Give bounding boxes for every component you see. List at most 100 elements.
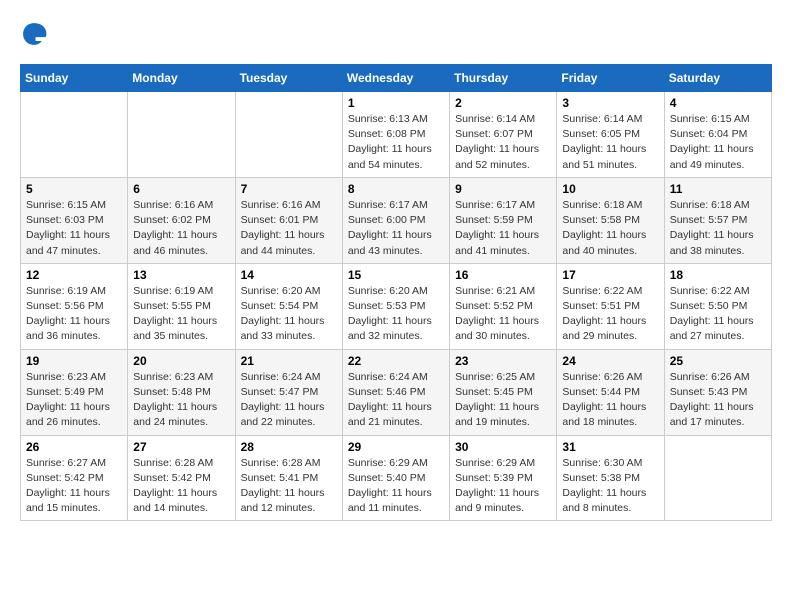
- day-number: 9: [455, 182, 551, 196]
- day-info: Sunrise: 6:16 AM Sunset: 6:02 PM Dayligh…: [133, 198, 229, 259]
- calendar-cell: 19 Sunrise: 6:23 AM Sunset: 5:49 PM Dayli…: [21, 349, 128, 435]
- calendar-cell: [128, 92, 235, 178]
- day-number: 10: [562, 182, 658, 196]
- day-info: Sunrise: 6:18 AM Sunset: 5:57 PM Dayligh…: [670, 198, 766, 259]
- calendar-cell: 15 Sunrise: 6:20 AM Sunset: 5:53 PM Dayli…: [342, 263, 449, 349]
- day-info: Sunrise: 6:16 AM Sunset: 6:01 PM Dayligh…: [241, 198, 337, 259]
- day-info: Sunrise: 6:18 AM Sunset: 5:58 PM Dayligh…: [562, 198, 658, 259]
- day-number: 7: [241, 182, 337, 196]
- day-number: 25: [670, 354, 766, 368]
- calendar-table: SundayMondayTuesdayWednesdayThursdayFrid…: [20, 64, 772, 521]
- day-number: 3: [562, 96, 658, 110]
- day-info: Sunrise: 6:15 AM Sunset: 6:03 PM Dayligh…: [26, 198, 122, 259]
- day-number: 19: [26, 354, 122, 368]
- day-info: Sunrise: 6:15 AM Sunset: 6:04 PM Dayligh…: [670, 112, 766, 173]
- day-info: Sunrise: 6:20 AM Sunset: 5:54 PM Dayligh…: [241, 284, 337, 345]
- day-number: 2: [455, 96, 551, 110]
- calendar-cell: 17 Sunrise: 6:22 AM Sunset: 5:51 PM Dayli…: [557, 263, 664, 349]
- calendar-cell: 1 Sunrise: 6:13 AM Sunset: 6:08 PM Daylig…: [342, 92, 449, 178]
- day-info: Sunrise: 6:28 AM Sunset: 5:41 PM Dayligh…: [241, 456, 337, 517]
- day-number: 20: [133, 354, 229, 368]
- calendar-cell: 4 Sunrise: 6:15 AM Sunset: 6:04 PM Daylig…: [664, 92, 771, 178]
- logo: [20, 20, 52, 48]
- day-number: 13: [133, 268, 229, 282]
- calendar-cell: [21, 92, 128, 178]
- calendar-cell: 13 Sunrise: 6:19 AM Sunset: 5:55 PM Dayli…: [128, 263, 235, 349]
- day-info: Sunrise: 6:24 AM Sunset: 5:47 PM Dayligh…: [241, 370, 337, 431]
- calendar-cell: 6 Sunrise: 6:16 AM Sunset: 6:02 PM Daylig…: [128, 177, 235, 263]
- day-number: 14: [241, 268, 337, 282]
- weekday-header: Sunday: [21, 65, 128, 92]
- weekday-header: Wednesday: [342, 65, 449, 92]
- calendar-cell: 14 Sunrise: 6:20 AM Sunset: 5:54 PM Dayli…: [235, 263, 342, 349]
- day-info: Sunrise: 6:27 AM Sunset: 5:42 PM Dayligh…: [26, 456, 122, 517]
- calendar-cell: 18 Sunrise: 6:22 AM Sunset: 5:50 PM Dayli…: [664, 263, 771, 349]
- day-info: Sunrise: 6:22 AM Sunset: 5:51 PM Dayligh…: [562, 284, 658, 345]
- calendar-cell: 30 Sunrise: 6:29 AM Sunset: 5:39 PM Dayli…: [450, 435, 557, 521]
- calendar-week-row: 12 Sunrise: 6:19 AM Sunset: 5:56 PM Dayli…: [21, 263, 772, 349]
- day-info: Sunrise: 6:13 AM Sunset: 6:08 PM Dayligh…: [348, 112, 444, 173]
- day-number: 26: [26, 440, 122, 454]
- calendar-cell: 7 Sunrise: 6:16 AM Sunset: 6:01 PM Daylig…: [235, 177, 342, 263]
- calendar-cell: 24 Sunrise: 6:26 AM Sunset: 5:44 PM Dayli…: [557, 349, 664, 435]
- day-info: Sunrise: 6:29 AM Sunset: 5:40 PM Dayligh…: [348, 456, 444, 517]
- weekday-header: Saturday: [664, 65, 771, 92]
- calendar-cell: 21 Sunrise: 6:24 AM Sunset: 5:47 PM Dayli…: [235, 349, 342, 435]
- day-number: 6: [133, 182, 229, 196]
- weekday-header: Monday: [128, 65, 235, 92]
- day-number: 21: [241, 354, 337, 368]
- calendar-cell: 22Sunrise: 6:24 AM Sunset: 5:46 PM Dayli…: [342, 349, 449, 435]
- day-info: Sunrise: 6:23 AM Sunset: 5:49 PM Dayligh…: [26, 370, 122, 431]
- calendar-cell: 27Sunrise: 6:28 AM Sunset: 5:42 PM Dayli…: [128, 435, 235, 521]
- weekday-header: Friday: [557, 65, 664, 92]
- day-info: Sunrise: 6:23 AM Sunset: 5:48 PM Dayligh…: [133, 370, 229, 431]
- weekday-header-row: SundayMondayTuesdayWednesdayThursdayFrid…: [21, 65, 772, 92]
- day-info: Sunrise: 6:17 AM Sunset: 6:00 PM Dayligh…: [348, 198, 444, 259]
- day-info: Sunrise: 6:14 AM Sunset: 6:07 PM Dayligh…: [455, 112, 551, 173]
- day-number: 4: [670, 96, 766, 110]
- calendar-cell: 26 Sunrise: 6:27 AM Sunset: 5:42 PM Dayli…: [21, 435, 128, 521]
- day-info: Sunrise: 6:25 AM Sunset: 5:45 PM Dayligh…: [455, 370, 551, 431]
- calendar-cell: 31 Sunrise: 6:30 AM Sunset: 5:38 PM Dayli…: [557, 435, 664, 521]
- calendar-cell: 25 Sunrise: 6:26 AM Sunset: 5:43 PM Dayli…: [664, 349, 771, 435]
- day-info: Sunrise: 6:29 AM Sunset: 5:39 PM Dayligh…: [455, 456, 551, 517]
- day-number: 31: [562, 440, 658, 454]
- calendar-cell: [235, 92, 342, 178]
- day-info: Sunrise: 6:21 AM Sunset: 5:52 PM Dayligh…: [455, 284, 551, 345]
- day-number: 16: [455, 268, 551, 282]
- day-info: Sunrise: 6:19 AM Sunset: 5:55 PM Dayligh…: [133, 284, 229, 345]
- day-info: Sunrise: 6:19 AM Sunset: 5:56 PM Dayligh…: [26, 284, 122, 345]
- calendar-cell: 29Sunrise: 6:29 AM Sunset: 5:40 PM Dayli…: [342, 435, 449, 521]
- day-info: Sunrise: 6:17 AM Sunset: 5:59 PM Dayligh…: [455, 198, 551, 259]
- weekday-header: Thursday: [450, 65, 557, 92]
- calendar-week-row: 1 Sunrise: 6:13 AM Sunset: 6:08 PM Daylig…: [21, 92, 772, 178]
- calendar-cell: 2 Sunrise: 6:14 AM Sunset: 6:07 PM Daylig…: [450, 92, 557, 178]
- calendar-cell: 28Sunrise: 6:28 AM Sunset: 5:41 PM Dayli…: [235, 435, 342, 521]
- day-info: Sunrise: 6:26 AM Sunset: 5:44 PM Dayligh…: [562, 370, 658, 431]
- day-number: 17: [562, 268, 658, 282]
- calendar-cell: 10 Sunrise: 6:18 AM Sunset: 5:58 PM Dayli…: [557, 177, 664, 263]
- day-number: 30: [455, 440, 551, 454]
- calendar-cell: 16 Sunrise: 6:21 AM Sunset: 5:52 PM Dayli…: [450, 263, 557, 349]
- day-info: Sunrise: 6:20 AM Sunset: 5:53 PM Dayligh…: [348, 284, 444, 345]
- day-number: 23: [455, 354, 551, 368]
- calendar-week-row: 26 Sunrise: 6:27 AM Sunset: 5:42 PM Dayli…: [21, 435, 772, 521]
- day-info: Sunrise: 6:26 AM Sunset: 5:43 PM Dayligh…: [670, 370, 766, 431]
- calendar-cell: 3Sunrise: 6:14 AM Sunset: 6:05 PM Daylig…: [557, 92, 664, 178]
- calendar-cell: 12 Sunrise: 6:19 AM Sunset: 5:56 PM Dayli…: [21, 263, 128, 349]
- day-number: 1: [348, 96, 444, 110]
- calendar-cell: 8 Sunrise: 6:17 AM Sunset: 6:00 PM Daylig…: [342, 177, 449, 263]
- day-info: Sunrise: 6:22 AM Sunset: 5:50 PM Dayligh…: [670, 284, 766, 345]
- calendar-cell: 20 Sunrise: 6:23 AM Sunset: 5:48 PM Dayli…: [128, 349, 235, 435]
- day-number: 18: [670, 268, 766, 282]
- day-info: Sunrise: 6:24 AM Sunset: 5:46 PM Dayligh…: [348, 370, 444, 431]
- day-info: Sunrise: 6:30 AM Sunset: 5:38 PM Dayligh…: [562, 456, 658, 517]
- day-number: 8: [348, 182, 444, 196]
- calendar-cell: 23 Sunrise: 6:25 AM Sunset: 5:45 PM Dayli…: [450, 349, 557, 435]
- day-number: 5: [26, 182, 122, 196]
- day-number: 15: [348, 268, 444, 282]
- logo-icon: [20, 20, 48, 48]
- day-number: 12: [26, 268, 122, 282]
- day-number: 24: [562, 354, 658, 368]
- day-number: 27: [133, 440, 229, 454]
